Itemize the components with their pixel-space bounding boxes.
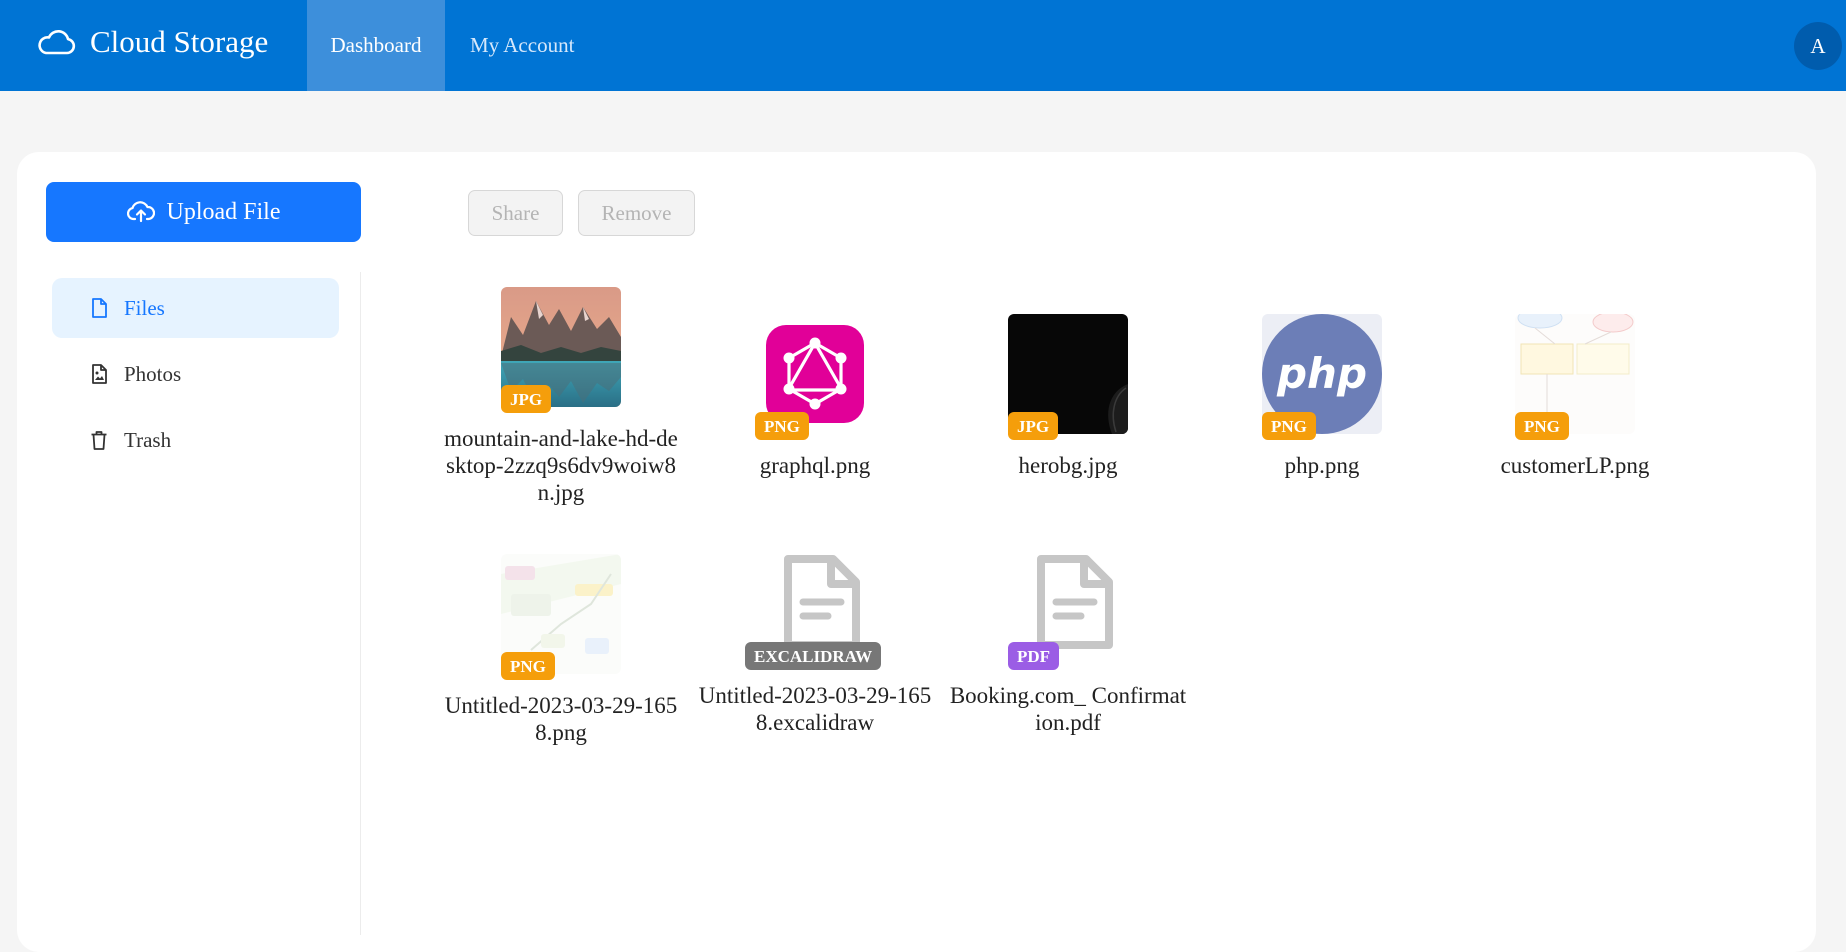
cloud-icon xyxy=(38,30,76,55)
file-type-badge: PNG xyxy=(501,652,555,680)
app-brand[interactable]: Cloud Storage xyxy=(36,20,268,64)
file-name: Untitled-2023-03-29-1658.png xyxy=(444,693,678,745)
file-item[interactable]: PDF Booking.com_ Confirmation.pdf xyxy=(945,544,1191,736)
file-item[interactable]: JPG herobg.jpg xyxy=(945,314,1191,479)
file-item[interactable]: EXCALIDRAW Untitled-2023-03-29-1658.exca… xyxy=(692,544,938,736)
svg-text:php: php xyxy=(1276,349,1367,398)
user-avatar[interactable]: A xyxy=(1794,22,1842,70)
sidebar-divider xyxy=(360,272,361,935)
file-name: herobg.jpg xyxy=(1018,453,1118,478)
tab-my-account[interactable]: My Account xyxy=(470,0,574,91)
photo-file-icon xyxy=(92,364,107,384)
file-item[interactable]: PNG customerLP.png xyxy=(1452,314,1698,479)
document-icon xyxy=(784,555,860,649)
cloud-upload-icon xyxy=(126,201,155,223)
upload-file-label: Upload File xyxy=(166,198,281,225)
file-name: mountain-and-lake-hd-desktop-2zzq9s6dv9w… xyxy=(444,426,678,505)
file-thumbnail: EXCALIDRAW xyxy=(745,544,882,670)
file-item[interactable]: php PNG php.png xyxy=(1199,314,1445,479)
file-item[interactable]: JPG mountain-and-lake-hd-desktop-2zzq9s6… xyxy=(438,287,684,506)
share-button[interactable]: Share xyxy=(468,190,563,236)
file-type-badge: JPG xyxy=(1008,412,1059,440)
remove-button[interactable]: Remove xyxy=(578,190,695,236)
file-icon xyxy=(92,298,107,318)
file-thumbnail: PNG xyxy=(755,314,875,440)
sidebar-item-label: Photos xyxy=(124,361,182,386)
file-type-badge: PNG xyxy=(1515,412,1569,440)
file-type-badge: PDF xyxy=(1008,642,1060,670)
sidebar-item-trash[interactable]: Trash xyxy=(52,410,339,470)
sidebar-item-label: Files xyxy=(124,295,165,320)
file-name: Untitled-2023-03-29-1658.excalidraw xyxy=(698,683,932,735)
file-thumbnail: PNG xyxy=(1515,314,1635,440)
file-thumbnail: php PNG xyxy=(1262,314,1382,440)
file-item[interactable]: PNG Untitled-2023-03-29-1658.png xyxy=(438,554,684,746)
upload-file-button[interactable]: Upload File xyxy=(46,182,361,242)
file-name: php.png xyxy=(1284,453,1360,478)
file-name: customerLP.png xyxy=(1500,453,1650,478)
file-type-badge: JPG xyxy=(501,385,552,413)
file-thumbnail: PNG xyxy=(501,554,621,680)
sidebar-item-files[interactable]: Files xyxy=(52,278,339,338)
file-type-badge: PNG xyxy=(1262,412,1316,440)
sidebar-item-photos[interactable]: Photos xyxy=(52,344,339,404)
file-item[interactable]: PNG graphql.png xyxy=(692,314,938,479)
top-navigation-bar: Cloud Storage Dashboard My Account A xyxy=(0,0,1846,91)
trash-icon xyxy=(91,431,107,450)
file-thumbnail: JPG xyxy=(1008,314,1128,440)
app-title: Cloud Storage xyxy=(90,24,269,59)
tab-dashboard[interactable]: Dashboard xyxy=(307,0,445,91)
file-name: graphql.png xyxy=(759,453,871,478)
sidebar-item-label: Trash xyxy=(124,427,172,452)
file-thumbnail: JPG xyxy=(501,287,621,413)
file-type-badge: EXCALIDRAW xyxy=(745,642,882,670)
file-type-badge: PNG xyxy=(755,412,809,440)
file-name: Booking.com_ Confirmation.pdf xyxy=(949,683,1187,735)
file-thumbnail: PDF xyxy=(1008,544,1128,670)
document-icon xyxy=(1037,555,1113,649)
